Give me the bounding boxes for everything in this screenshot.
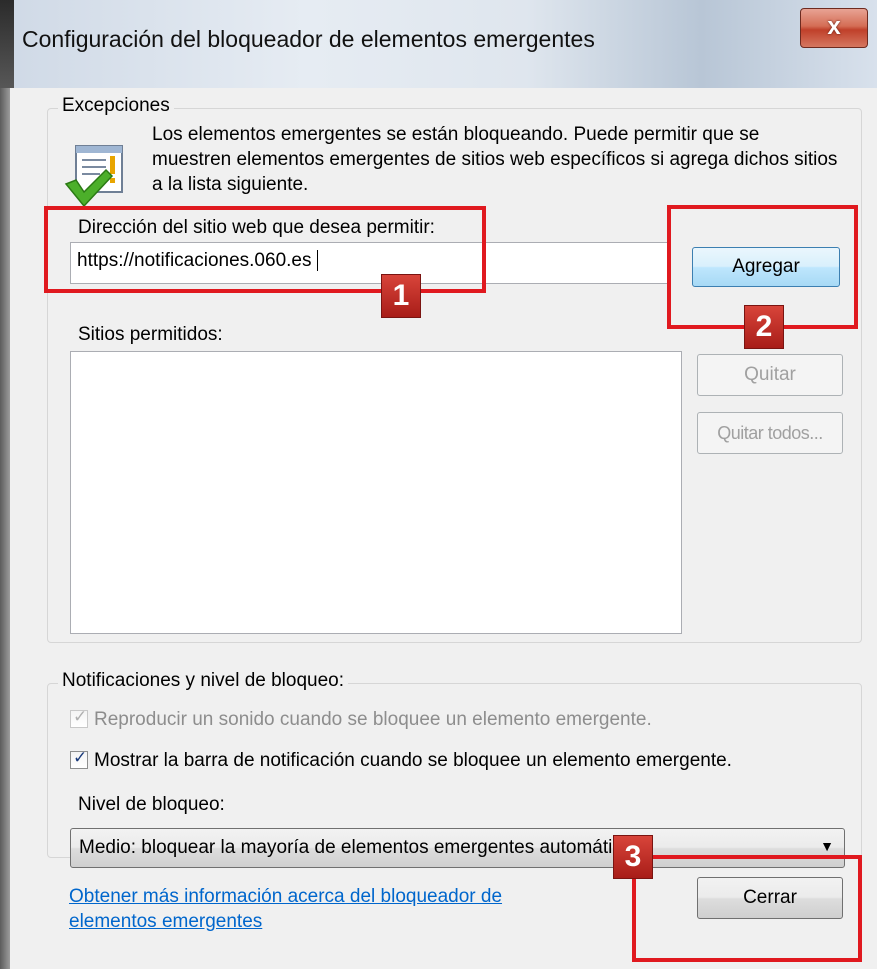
- remove-all-button[interactable]: Quitar todos...: [697, 412, 843, 454]
- checkmark-icon: ✓: [73, 748, 88, 767]
- popup-blocked-icon: [64, 145, 123, 208]
- notifications-group-title: Notificaciones y nivel de bloqueo:: [58, 670, 349, 692]
- allowed-sites-list[interactable]: [70, 351, 682, 634]
- show-bar-label: Mostrar la barra de notificación cuando …: [94, 750, 732, 771]
- title-bar-edge: [0, 0, 14, 88]
- annotation-badge-2: 2: [744, 305, 784, 349]
- play-sound-checkbox[interactable]: ✓: [70, 707, 88, 728]
- annotation-badge-1: 1: [381, 274, 421, 318]
- close-window-button[interactable]: x: [800, 8, 868, 48]
- show-bar-checkbox[interactable]: ✓: [70, 748, 88, 769]
- dialog-window: Configuración del bloqueador de elemento…: [0, 0, 877, 969]
- exceptions-group-title: Excepciones: [58, 95, 174, 117]
- play-sound-option[interactable]: ✓ Reproducir un sonido cuando se bloquee …: [70, 707, 652, 731]
- info-text: Los elementos emergentes se están bloque…: [152, 124, 838, 195]
- dialog-title: Configuración del bloqueador de elemento…: [22, 26, 595, 52]
- allowed-sites-label: Sitios permitidos:: [78, 324, 223, 345]
- window-left-edge: [0, 88, 10, 969]
- play-sound-label: Reproducir un sonido cuando se bloquee u…: [94, 709, 652, 730]
- help-link[interactable]: Obtener más información acerca del bloqu…: [69, 884, 589, 934]
- blocking-level-value: Medio: bloquear la mayoría de elementos …: [79, 837, 642, 858]
- blocking-level-label: Nivel de bloqueo:: [78, 794, 225, 815]
- show-bar-option[interactable]: ✓ Mostrar la barra de notificación cuando…: [70, 748, 732, 772]
- title-bar: Configuración del bloqueador de elemento…: [0, 0, 877, 88]
- checkmark-icon: ✓: [73, 707, 88, 726]
- remove-button[interactable]: Quitar: [697, 354, 843, 396]
- dropdown-arrow-icon: ▼: [820, 838, 834, 854]
- annotation-box-3: [632, 855, 862, 962]
- annotation-badge-3: 3: [613, 835, 653, 879]
